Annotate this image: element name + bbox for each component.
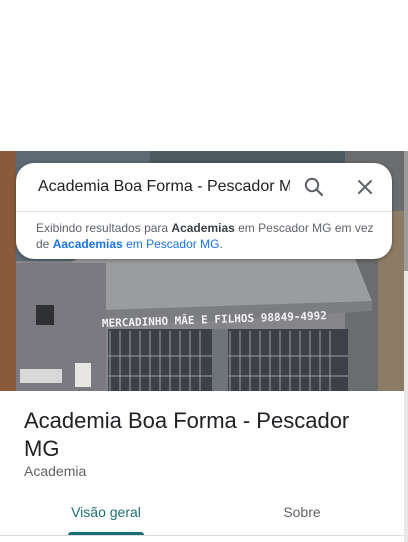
notice-end: .	[219, 237, 223, 251]
notice-prefix: Exibindo resultados para	[36, 221, 172, 235]
tab-about[interactable]: Sobre	[262, 494, 342, 532]
search-card: Exibindo resultados para Academias em Pe…	[16, 163, 392, 259]
tab-bar: Visão geral Sobre	[0, 494, 404, 536]
tabs-divider	[0, 535, 404, 536]
place-title: Academia Boa Forma - Pescador MG	[24, 408, 350, 461]
search-row	[16, 163, 392, 210]
search-input[interactable]	[38, 175, 290, 199]
place-category[interactable]: Academia	[24, 463, 86, 479]
scrollbar-thumb[interactable]	[404, 151, 408, 271]
tab-overview[interactable]: Visão geral	[68, 494, 144, 532]
notice-alt-suffix[interactable]: em Pescador MG	[123, 237, 219, 251]
search-results-notice: Exibindo resultados para Academias em Pe…	[36, 220, 376, 252]
alternate-search-link[interactable]: Aacademias em Pescador MG	[53, 237, 220, 251]
blank-area	[0, 0, 408, 151]
notice-term: Academias	[171, 221, 235, 235]
divider	[16, 211, 392, 212]
search-icon[interactable]	[302, 175, 326, 199]
close-icon[interactable]	[353, 175, 377, 199]
notice-alt-term[interactable]: Aacademias	[53, 237, 123, 251]
